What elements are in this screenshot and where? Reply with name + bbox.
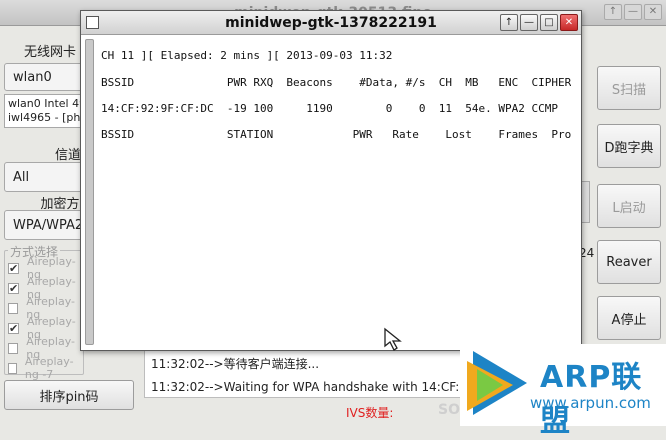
wireless-card-label: 无线网卡: [23, 45, 76, 60]
station-table-header: BSSID STATION PWR Rate Lost Frames Probe: [101, 128, 571, 141]
wireless-card-value: wlan0: [13, 69, 52, 85]
airodump-dialog: minidwep-gtk-1378222191 ↑ — □ ✕ CH 11 ][…: [80, 10, 582, 351]
ivs-count-value: SO: [438, 402, 460, 418]
wireless-card-select[interactable]: wlan0: [4, 63, 84, 91]
airodump-output: CH 11 ][ Elapsed: 2 mins ][ 2013-09-03 1…: [101, 45, 571, 341]
checkbox-unchecked-icon[interactable]: [8, 342, 19, 354]
scan-button[interactable]: S扫描: [597, 66, 661, 110]
method-list: ✔ Aireplay-ng ✔ Aireplay-ng Aireplay-ng ✔ A…: [8, 255, 84, 381]
checkbox-unchecked-icon[interactable]: [8, 362, 17, 374]
window-icon[interactable]: [86, 16, 99, 29]
watermark-url: www.arpun.com: [530, 394, 651, 412]
ap-table-header: BSSID PWR RXQ Beacons #Data, #/s CH MB E…: [101, 76, 571, 89]
log-line: 11:32:02-->Waiting for WPA handshake wit…: [151, 380, 474, 394]
main-minimize-button[interactable]: —: [624, 4, 642, 20]
play-logo-icon: [467, 351, 527, 415]
mouse-cursor-icon: [384, 327, 402, 351]
log-view: 11:32:02-->等待客户端连接... 11:32:02-->Waiting…: [144, 344, 474, 398]
channel-select[interactable]: All: [4, 162, 84, 192]
launch-button[interactable]: L启动: [597, 184, 661, 228]
main-raise-button[interactable]: ↑: [604, 4, 622, 20]
card-info-line: iwl4965 - [phy0: [8, 111, 83, 124]
card-info-line: wlan0 Intel 4965: [8, 97, 83, 110]
dialog-raise-button[interactable]: ↑: [500, 14, 518, 31]
checkbox-checked-icon[interactable]: ✔: [8, 322, 19, 334]
log-line: 11:32:02-->等待客户端连接...: [151, 357, 320, 371]
dialog-title: minidwep-gtk-1378222191: [225, 14, 437, 31]
channel-value: All: [13, 169, 30, 185]
checkbox-checked-icon[interactable]: ✔: [8, 262, 19, 274]
dialog-controls: ↑ — □ ✕: [500, 14, 578, 31]
main-close-button[interactable]: ✕: [644, 4, 662, 20]
ap-table-row: 14:CF:92:9F:CF:DC -19 100 1190 0 0 11 54…: [101, 102, 571, 115]
stop-button[interactable]: A停止: [597, 296, 661, 340]
method-option[interactable]: Aireplay-ng -7: [8, 355, 84, 381]
encryption-value: WPA/WPA2: [13, 217, 84, 233]
dialog-scrollbar[interactable]: [85, 39, 94, 345]
status-line: CH 11 ][ Elapsed: 2 mins ][ 2013-09-03 1…: [101, 49, 393, 62]
main-window-controls: ↑ — ✕: [604, 4, 662, 20]
checkbox-unchecked-icon[interactable]: [8, 302, 19, 314]
card-info-box: wlan0 Intel 4965 iwl4965 - [phy0: [4, 94, 84, 128]
dictionary-button[interactable]: D跑字典: [597, 124, 661, 168]
dialog-minimize-button[interactable]: —: [520, 14, 538, 31]
ivs-count-label: IVS数量:: [346, 406, 394, 420]
encryption-select[interactable]: WPA/WPA2: [4, 210, 84, 240]
dialog-close-button[interactable]: ✕: [560, 14, 578, 31]
dialog-maximize-button[interactable]: □: [540, 14, 558, 31]
checkbox-checked-icon[interactable]: ✔: [8, 282, 19, 294]
sort-pin-button[interactable]: 排序pin码: [4, 380, 134, 410]
reaver-button[interactable]: Reaver: [597, 240, 661, 284]
